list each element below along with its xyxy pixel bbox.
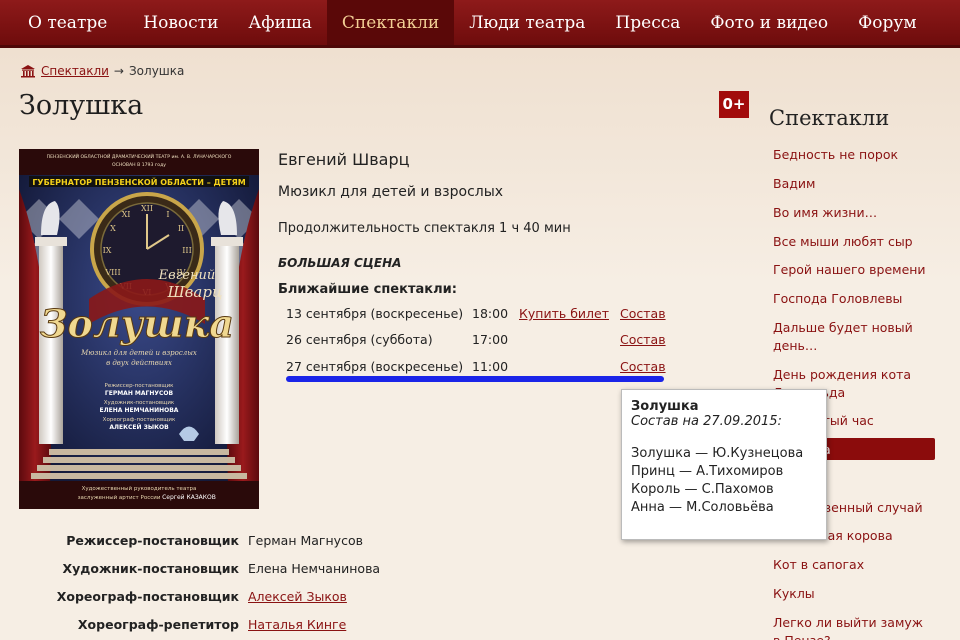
- poster-subtitle: Мюзикл для детей и взрослых: [80, 349, 197, 357]
- sidebar-item[interactable]: Бедность не порок: [773, 146, 938, 164]
- poster-banner: ГУБЕРНАТОР ПЕНЗЕНСКОЙ ОБЛАСТИ – ДЕТЯМ: [32, 176, 245, 187]
- credit-row: Художник-постановщик Елена Немчанинова: [0, 561, 560, 581]
- sidebar-item[interactable]: Кот в сапогах: [773, 556, 938, 574]
- poster-credit-name-2: ЕЛЕНА НЕМЧАНИНОВА: [100, 407, 179, 414]
- svg-text:XI: XI: [122, 210, 131, 219]
- svg-text:I: I: [166, 210, 169, 219]
- tooltip-cast-line: Принц — А.Тихомиров: [631, 464, 784, 479]
- nav-item-photo-video[interactable]: Фото и видео: [695, 0, 843, 45]
- poster-credit-name-1: ГЕРМАН МАГНУСОВ: [105, 390, 174, 397]
- credit-role: Хореограф-репетитор: [77, 617, 239, 632]
- sidebar-item[interactable]: Во имя жизни…: [773, 204, 938, 222]
- breadcrumb: Спектакли → Золушка: [20, 64, 184, 78]
- credit-row: Режиссер-постановщик Герман Магнусов: [0, 533, 560, 553]
- sidebar-item[interactable]: Вадим: [773, 175, 938, 193]
- performance-time: 17:00: [472, 332, 509, 347]
- performance-time: 18:00: [472, 306, 509, 321]
- poster-author-last: Шварц: [167, 283, 223, 301]
- tooltip-title: Золушка: [631, 399, 699, 414]
- performance-date: 26 сентября (суббота): [286, 332, 433, 347]
- svg-text:XII: XII: [141, 204, 153, 213]
- poster-credit-role-3: Хореограф-постановщик: [103, 417, 176, 423]
- breadcrumb-separator: →: [113, 64, 124, 78]
- poster-author-first: Евгений: [158, 268, 216, 283]
- credit-name-link[interactable]: Алексей Зыков: [248, 589, 347, 604]
- performance-date: 13 сентября (воскресенье): [286, 306, 464, 321]
- nearest-performances-label: Ближайшие спектакли:: [278, 282, 457, 297]
- buy-ticket-link[interactable]: Купить билет: [519, 306, 609, 321]
- svg-text:II: II: [178, 224, 184, 233]
- credit-row: Хореограф-репетитор Наталья Кинге: [0, 617, 560, 637]
- play-genre: Мюзикл для детей и взрослых: [278, 184, 504, 200]
- sidebar-item[interactable]: Дальше будет новый день…: [773, 319, 923, 355]
- annotation-underline: [286, 376, 664, 382]
- breadcrumb-current: Золушка: [128, 64, 185, 78]
- poster-footer-line-1: Художественный руководитель театра: [82, 485, 197, 492]
- sidebar-item[interactable]: Господа Головлевы: [773, 290, 938, 308]
- theatre-home-icon[interactable]: [20, 64, 36, 78]
- poster-subtitle-2: в двух действиях: [106, 359, 172, 367]
- cast-link[interactable]: Состав: [620, 332, 666, 347]
- nav-item-press[interactable]: Пресса: [600, 0, 695, 45]
- svg-text:X: X: [110, 224, 116, 233]
- top-navigation: О театре Новости Афиша Спектакли Люди те…: [0, 0, 960, 48]
- credit-name: Елена Немчанинова: [248, 561, 381, 576]
- svg-text:III: III: [182, 246, 191, 255]
- nav-item-about[interactable]: О театре: [0, 0, 128, 45]
- poster-credit-role-1: Режиссер-постановщик: [105, 383, 175, 389]
- poster-credit-name-3: АЛЕКСЕЙ ЗЫКОВ: [109, 423, 169, 431]
- poster-theatre-name: ПЕНЗЕНСКИЙ ОБЛАСТНОЙ ДРАМАТИЧЕСКИЙ ТЕАТР…: [47, 153, 232, 160]
- performance-date: 27 сентября (воскресенье): [286, 359, 464, 374]
- tooltip-subtitle: Состав на 27.09.2015:: [631, 414, 782, 429]
- play-author: Евгений Шварц: [278, 150, 410, 169]
- nav-item-news[interactable]: Новости: [128, 0, 233, 45]
- play-duration: Продолжительность спектакля 1 ч 40 мин: [278, 221, 571, 236]
- sidebar-item[interactable]: Все мыши любят сыр: [773, 233, 938, 251]
- play-stage: БОЛЬШАЯ СЦЕНА: [278, 256, 402, 270]
- poster-founded: ОСНОВАН В 1793 году: [112, 162, 166, 168]
- credit-name: Герман Магнусов: [248, 533, 363, 548]
- sidebar-item[interactable]: Герой нашего времени: [773, 261, 938, 279]
- poster-title: Золушка: [40, 301, 234, 346]
- nav-item-performances[interactable]: Спектакли: [326, 0, 455, 45]
- sidebar-item[interactable]: Легко ли выйти замуж в Пензе?: [773, 614, 933, 640]
- svg-text:VIII: VIII: [104, 268, 120, 277]
- nav-item-forum[interactable]: Форум: [843, 0, 931, 45]
- credit-role: Хореограф-постановщик: [56, 589, 239, 604]
- page-title: Золушка: [19, 90, 144, 121]
- tooltip-cast-line: Король — С.Пахомов: [631, 482, 774, 497]
- performance-time: 11:00: [472, 359, 509, 374]
- breadcrumb-performances-link[interactable]: Спектакли: [41, 64, 109, 78]
- cast-link[interactable]: Состав: [620, 306, 666, 321]
- poster-credit-role-2: Художник-постановщик: [104, 400, 175, 406]
- poster-footer-line-2: заслуженный артист России: [78, 494, 161, 501]
- sidebar-item[interactable]: Куклы: [773, 585, 938, 603]
- poster-footer-line-3: Сергей КАЗАКОВ: [162, 494, 216, 501]
- credit-role: Режиссер-постановщик: [66, 533, 239, 548]
- nav-item-playbill[interactable]: Афиша: [233, 0, 326, 45]
- nav-item-people[interactable]: Люди театра: [454, 0, 600, 45]
- svg-text:IX: IX: [103, 246, 112, 255]
- tooltip-cast-line: Анна — М.Соловьёва: [631, 500, 774, 515]
- cast-tooltip: Золушка Состав на 27.09.2015: Золушка — …: [621, 389, 827, 540]
- credit-role: Художник-постановщик: [62, 561, 239, 576]
- credit-row: Хореограф-постановщик Алексей Зыков: [0, 589, 560, 609]
- credit-name-link[interactable]: Наталья Кинге: [248, 617, 346, 632]
- cast-link-hovered[interactable]: Состав: [620, 359, 666, 374]
- tooltip-cast-line: Золушка — Ю.Кузнецова: [631, 446, 804, 461]
- sidebar-title: Спектакли: [769, 106, 890, 130]
- play-poster[interactable]: ПЕНЗЕНСКИЙ ОБЛАСТНОЙ ДРАМАТИЧЕСКИЙ ТЕАТР…: [19, 149, 259, 509]
- age-rating-badge: 0+: [719, 91, 749, 118]
